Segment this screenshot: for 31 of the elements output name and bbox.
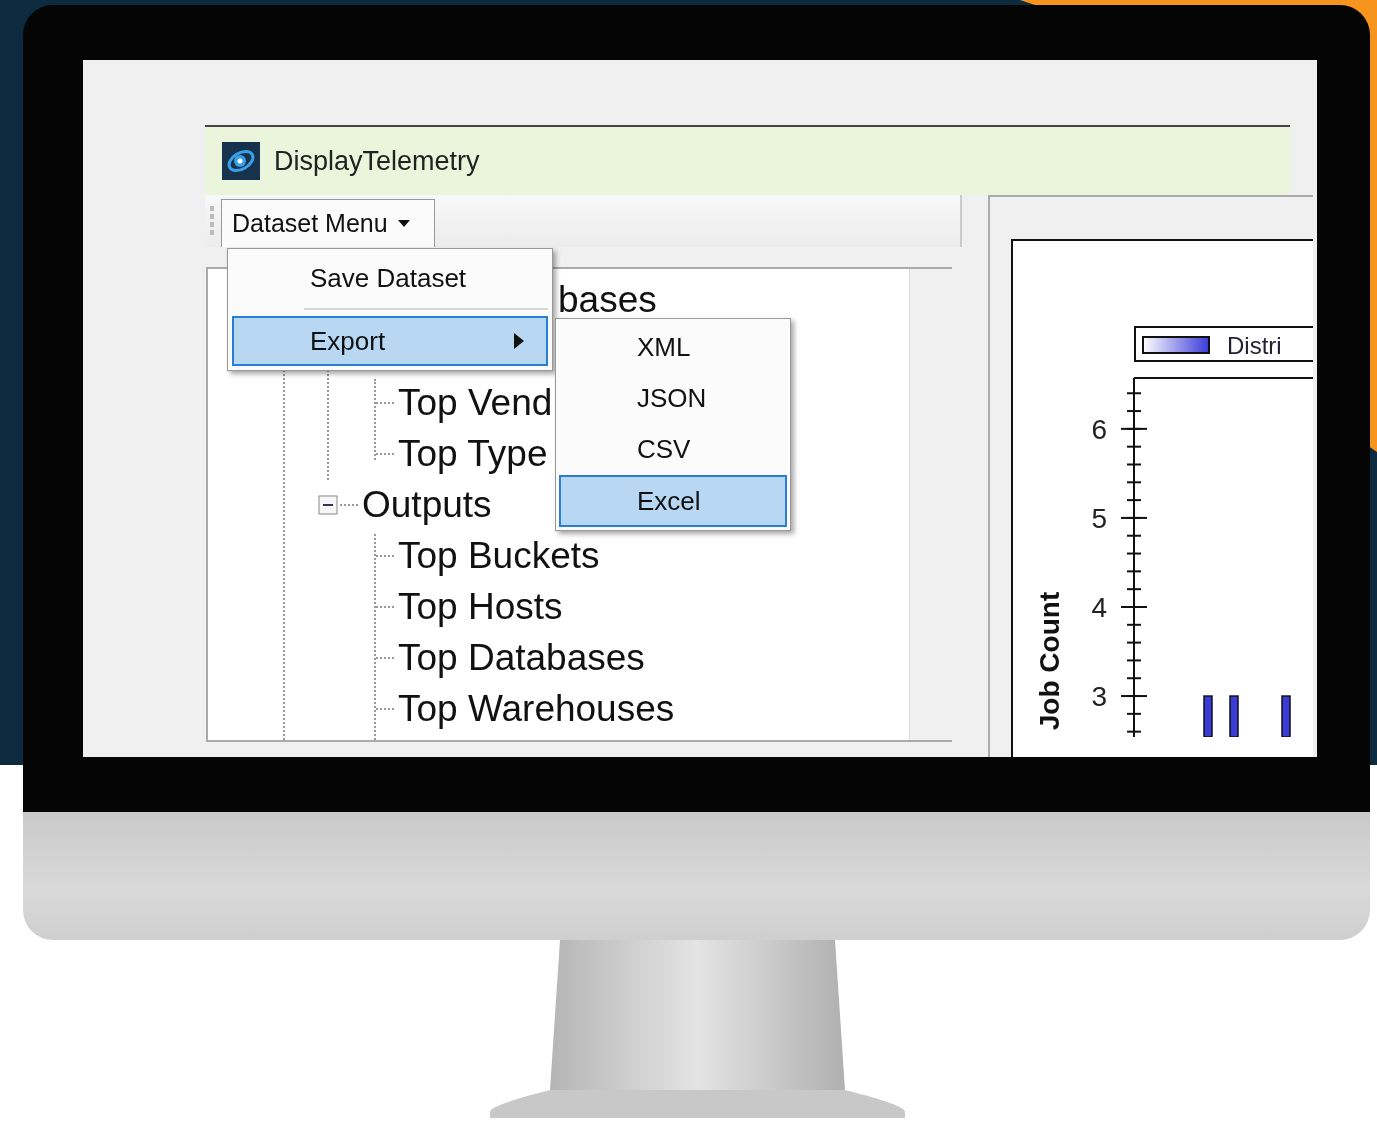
app-logo-icon (222, 142, 260, 180)
menu-item[interactable]: Excel (559, 475, 787, 527)
tree-item[interactable]: Top Hosts (398, 585, 563, 628)
collapse-icon[interactable] (318, 494, 338, 515)
y-tick-label: 4 (1091, 592, 1107, 623)
chart-bar (1281, 695, 1291, 737)
menu-item[interactable]: Save Dataset (232, 253, 548, 303)
tree-item[interactable]: Top Buckets (398, 534, 600, 577)
chart-bar (1203, 695, 1213, 737)
scrollbar[interactable] (909, 269, 952, 740)
submenu-arrow-icon (514, 333, 524, 349)
dataset-menu-button[interactable]: Dataset Menu (221, 199, 435, 247)
tree-item[interactable]: Top Databases (398, 636, 645, 679)
tree-item[interactable]: Outputs (362, 483, 492, 526)
chart-bar (1229, 695, 1239, 737)
menu-item[interactable]: XML (559, 322, 787, 373)
tree-item[interactable]: Top Warehouses (398, 687, 675, 730)
y-tick-label: 6 (1091, 413, 1107, 445)
y-tick-label: 5 (1091, 502, 1107, 534)
y-tick-label: 3 (1091, 681, 1107, 713)
tree-item[interactable]: bases (558, 278, 657, 321)
grip-icon[interactable] (209, 204, 215, 238)
window-title: DisplayTelemetry (274, 145, 480, 177)
legend-label: Distri (1227, 332, 1282, 359)
menu-item[interactable]: JSON (559, 373, 787, 424)
tree-item[interactable]: Top Vend (398, 381, 553, 424)
menu-item[interactable]: Export (232, 316, 548, 366)
tree-item[interactable]: Top Type (398, 432, 548, 475)
menu-item[interactable]: CSV (559, 424, 787, 475)
caret-icon (397, 220, 410, 227)
y-axis-title: Job Count (1034, 591, 1065, 731)
